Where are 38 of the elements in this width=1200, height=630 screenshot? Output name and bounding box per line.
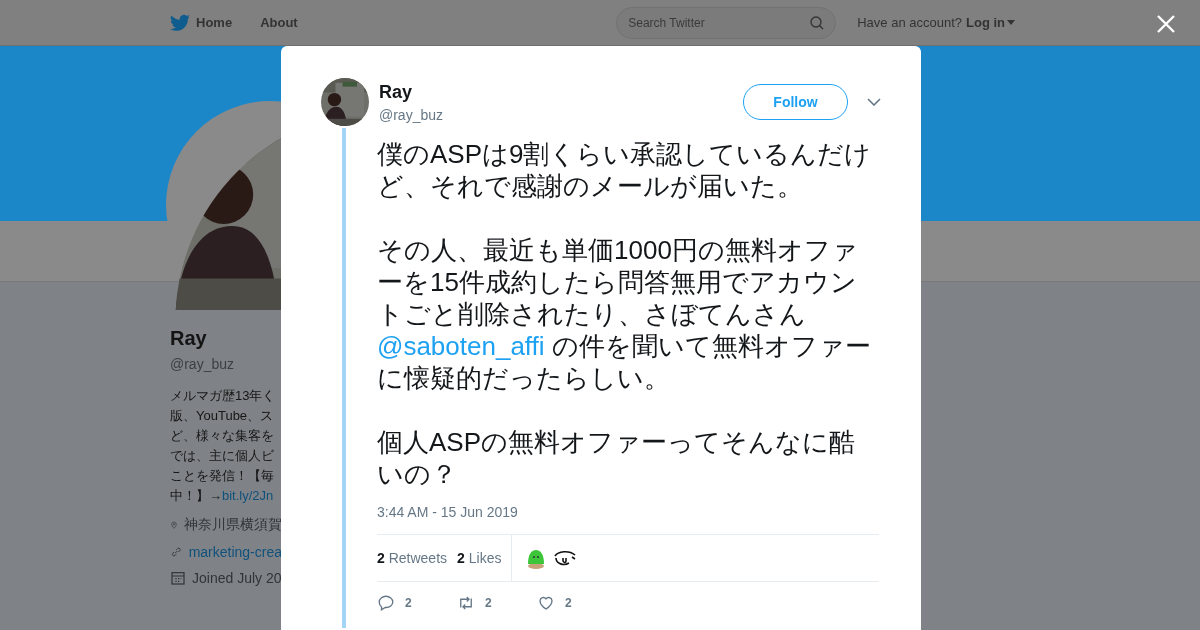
bio-line: メルマガ歴13年く	[170, 387, 277, 405]
bio-line: ことを発信！【毎	[170, 467, 275, 485]
retweet-button[interactable]: 2	[457, 594, 537, 612]
profile-handle: @ray_buz	[170, 356, 236, 372]
bio-line: 中！】→bit.ly/2Jn	[170, 487, 275, 505]
login-link[interactable]: Log in	[966, 15, 1015, 30]
author-handle: @ray_buz	[379, 106, 444, 123]
reply-button[interactable]: 2	[377, 594, 457, 612]
like-button[interactable]: 2	[537, 594, 617, 612]
profile-joined: Joined July 20	[192, 570, 282, 586]
reply-icon	[377, 594, 395, 612]
heart-icon	[537, 594, 555, 612]
retweet-icon	[457, 594, 475, 612]
search-field[interactable]: Search Twitter	[616, 6, 837, 39]
profile-name: Ray	[170, 327, 208, 350]
tweet-text: 僕のASPは9割くらい承認しているんだけど、それで感謝のメールが届いた。	[377, 138, 873, 202]
profile-location: 神奈川県横須賀	[184, 516, 282, 534]
search-icon	[809, 14, 826, 31]
close-icon[interactable]	[1157, 15, 1175, 33]
author-name: Ray	[379, 81, 414, 103]
tweet-text: その人、最近も単価1000円の無料オファーを15件成約したら問答無用でアカウントごと削除されたり、さぼてんさん @saboten_affi の件を聞いて無料オファーに懐疑的だったらしい。	[377, 234, 872, 394]
calendar-icon	[170, 570, 186, 586]
stat-count[interactable]: 2 Likes	[457, 550, 502, 566]
profile-website[interactable]: marketing-crea	[188, 544, 282, 560]
caret-icon	[1007, 20, 1015, 25]
bio-link[interactable]: bit.ly/2Jn	[222, 488, 274, 503]
bio-line: 版、YouTube、ス	[170, 407, 275, 425]
account-prompt: Have an account?	[857, 15, 962, 30]
bio-line: では、主に個人ビ	[170, 447, 275, 465]
nav-link[interactable]: Home	[196, 15, 233, 30]
follow-button[interactable]: Follow	[743, 84, 848, 120]
nav-link[interactable]: About	[260, 15, 298, 30]
mention-link[interactable]: @saboten_affi	[377, 331, 545, 361]
bio-line: ど、様々な集客を	[170, 427, 275, 445]
stat-count[interactable]: 2 Retweets	[377, 550, 448, 566]
chevron-down-icon[interactable]	[867, 98, 881, 106]
tweet-text: 個人ASPの無料オファーってそんなに酷いの？	[377, 426, 857, 490]
tweet-timestamp: 3:44 AM - 15 Jun 2019	[377, 504, 519, 520]
